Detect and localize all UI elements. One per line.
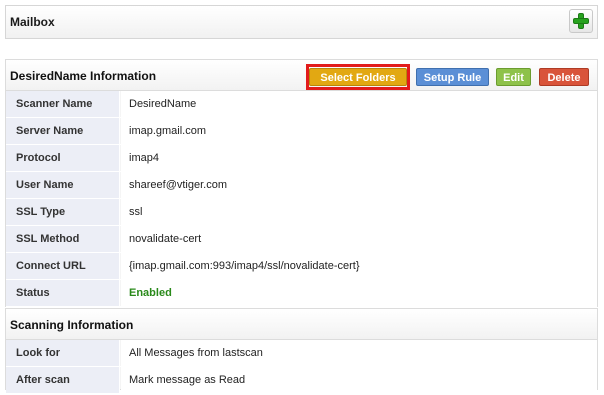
server-name-value: imap.gmail.com	[121, 118, 597, 144]
after-scan-value: Mark message as Read	[121, 367, 597, 393]
look-for-row: Look for All Messages from lastscan	[6, 340, 597, 367]
plus-icon	[573, 13, 589, 29]
select-folders-button[interactable]: Select Folders	[309, 68, 407, 86]
protocol-row: Protocol imap4	[6, 145, 597, 172]
scanner-name-label: Scanner Name	[6, 91, 120, 117]
status-value: Enabled	[121, 280, 597, 306]
connect-url-row: Connect URL {imap.gmail.com:993/imap4/ss…	[6, 253, 597, 280]
scanning-info-title: Scanning Information	[10, 318, 134, 332]
edit-button[interactable]: Edit	[496, 68, 531, 86]
look-for-value: All Messages from lastscan	[121, 340, 597, 366]
mailbox-header: Mailbox	[5, 5, 598, 39]
connect-url-value: {imap.gmail.com:993/imap4/ssl/novalidate…	[121, 253, 597, 279]
connect-url-label: Connect URL	[6, 253, 120, 279]
user-name-label: User Name	[6, 172, 120, 198]
status-label: Status	[6, 280, 120, 306]
after-scan-label: After scan	[6, 367, 120, 393]
server-name-row: Server Name imap.gmail.com	[6, 118, 597, 145]
ssl-type-label: SSL Type	[6, 199, 120, 225]
scanner-info-title: DesiredName Information	[10, 69, 157, 83]
after-scan-row: After scan Mark message as Read	[6, 367, 597, 394]
user-name-row: User Name shareef@vtiger.com	[6, 172, 597, 199]
server-name-label: Server Name	[6, 118, 120, 144]
ssl-method-label: SSL Method	[6, 226, 120, 252]
ssl-type-row: SSL Type ssl	[6, 199, 597, 226]
scanner-info-panel: DesiredName Information Select Folders S…	[5, 59, 598, 307]
scanning-info-panel: Scanning Information Look for All Messag…	[5, 308, 598, 394]
mailbox-title: Mailbox	[10, 15, 55, 29]
look-for-label: Look for	[6, 340, 120, 366]
delete-button[interactable]: Delete	[539, 68, 589, 86]
add-mailbox-button[interactable]	[569, 9, 593, 33]
ssl-type-value: ssl	[121, 199, 597, 225]
user-name-value: shareef@vtiger.com	[121, 172, 597, 198]
scanning-info-header: Scanning Information	[6, 309, 597, 340]
protocol-value: imap4	[121, 145, 597, 171]
status-row: Status Enabled	[6, 280, 597, 307]
ssl-method-row: SSL Method novalidate-cert	[6, 226, 597, 253]
protocol-label: Protocol	[6, 145, 120, 171]
scanner-name-value: DesiredName	[121, 91, 597, 117]
ssl-method-value: novalidate-cert	[121, 226, 597, 252]
scanner-info-header: DesiredName Information Select Folders S…	[6, 60, 597, 91]
scanner-name-row: Scanner Name DesiredName	[6, 91, 597, 118]
setup-rule-button[interactable]: Setup Rule	[416, 68, 489, 86]
